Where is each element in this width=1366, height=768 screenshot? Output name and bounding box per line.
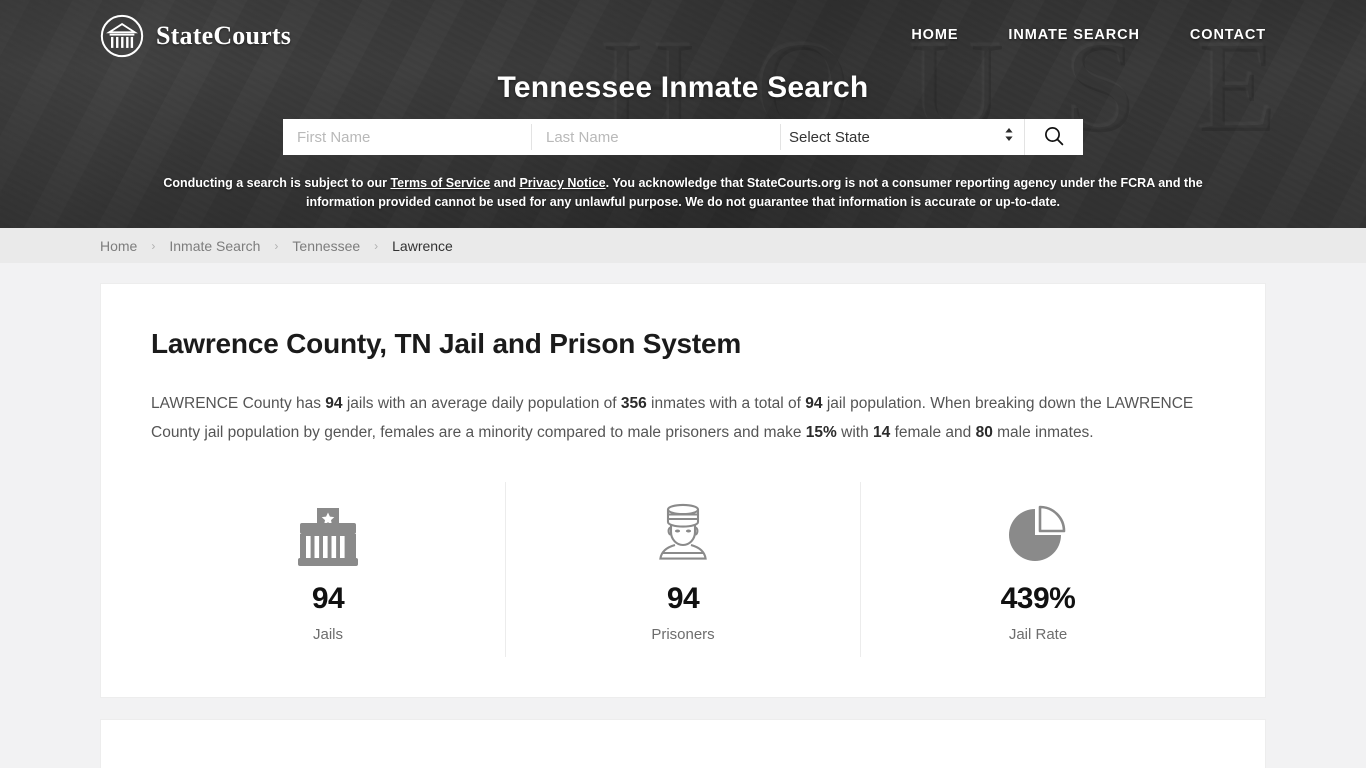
courthouse-circle-icon bbox=[100, 14, 144, 58]
summary-text-2: jails with an average daily population o… bbox=[342, 395, 621, 412]
breadcrumb-item-lawrence: Lawrence bbox=[392, 237, 453, 254]
search-disclaimer: Conducting a search is subject to our Te… bbox=[133, 174, 1233, 213]
first-name-input[interactable] bbox=[283, 119, 531, 155]
breadcrumb-item-inmate-search[interactable]: Inmate Search bbox=[169, 238, 260, 254]
stat-prisoners-value: 94 bbox=[666, 582, 700, 616]
prisoner-icon bbox=[506, 494, 860, 570]
summary-female-percent: 15% bbox=[805, 423, 837, 441]
breadcrumb-separator-icon: › bbox=[274, 238, 279, 253]
last-name-input[interactable] bbox=[532, 119, 780, 155]
hero-title: Tennessee Inmate Search bbox=[497, 71, 869, 104]
inmate-search-form: Select State bbox=[283, 119, 1083, 155]
stat-jail-rate-label: Jail Rate bbox=[1008, 626, 1068, 644]
stat-jails: 94 Jails bbox=[151, 482, 505, 657]
stat-jails-label: Jails bbox=[312, 626, 343, 644]
search-submit-button[interactable] bbox=[1024, 119, 1082, 155]
terms-of-service-link[interactable]: Terms of Service bbox=[390, 176, 490, 190]
breadcrumb-item-tennessee[interactable]: Tennessee bbox=[292, 238, 360, 254]
breadcrumb-separator-icon: › bbox=[374, 238, 379, 253]
main-content: Lawrence County, TN Jail and Prison Syst… bbox=[0, 263, 1366, 768]
disclaimer-text-2: and bbox=[490, 176, 520, 190]
stat-prisoners: 94 Prisoners bbox=[505, 482, 860, 658]
summary-female-count: 14 bbox=[873, 423, 891, 441]
summary-text-3: inmates with a total of bbox=[646, 395, 806, 412]
summary-male-count: 80 bbox=[975, 423, 993, 441]
breadcrumb: Home › Inmate Search › Tennessee › Lawre… bbox=[0, 228, 1366, 263]
summary-jails-count: 94 bbox=[325, 395, 343, 412]
jail-building-icon bbox=[151, 494, 505, 570]
summary-text-1: LAWRENCE County has bbox=[151, 395, 326, 412]
breadcrumb-separator-icon: › bbox=[151, 238, 156, 253]
stat-jail-rate-value: 439% bbox=[1000, 582, 1076, 616]
privacy-notice-link[interactable]: Privacy Notice bbox=[519, 176, 605, 190]
summary-total-count: 94 bbox=[805, 395, 823, 412]
stats-row: 94 Jails 94 Prisoners 439% Jail Rate bbox=[151, 482, 1215, 658]
stat-prisoners-label: Prisoners bbox=[651, 626, 715, 644]
summary-text-6: female and bbox=[890, 423, 976, 441]
disclaimer-text-1: Conducting a search is subject to our bbox=[163, 176, 391, 190]
state-select[interactable]: Select State bbox=[781, 128, 1024, 146]
main-navigation: HOME INMATE SEARCH CONTACT bbox=[911, 27, 1266, 43]
pie-chart-icon bbox=[861, 494, 1215, 570]
page-title: Lawrence County, TN Jail and Prison Syst… bbox=[151, 328, 742, 359]
summary-text-7: male inmates. bbox=[992, 423, 1094, 441]
county-summary-paragraph: LAWRENCE County has 94 jails with an ave… bbox=[151, 390, 1211, 447]
nav-item-home[interactable]: HOME bbox=[911, 27, 958, 43]
nav-item-contact[interactable]: CONTACT bbox=[1190, 27, 1266, 43]
next-section-card bbox=[100, 719, 1266, 768]
search-icon bbox=[1043, 125, 1065, 150]
summary-text-5: with bbox=[836, 423, 874, 441]
brand-name: StateCourts bbox=[156, 21, 292, 50]
stat-jail-rate: 439% Jail Rate bbox=[860, 482, 1215, 658]
brand-logo-link[interactable]: StateCourts bbox=[100, 14, 291, 58]
breadcrumb-item-home[interactable]: Home bbox=[100, 238, 137, 254]
nav-item-inmate-search[interactable]: INMATE SEARCH bbox=[1008, 27, 1139, 43]
stat-jails-value: 94 bbox=[311, 582, 345, 616]
summary-adp-count: 356 bbox=[620, 395, 647, 412]
county-overview-card: Lawrence County, TN Jail and Prison Syst… bbox=[100, 283, 1266, 699]
site-header: StateCourts HOME INMATE SEARCH CONTACT T… bbox=[0, 0, 1366, 228]
